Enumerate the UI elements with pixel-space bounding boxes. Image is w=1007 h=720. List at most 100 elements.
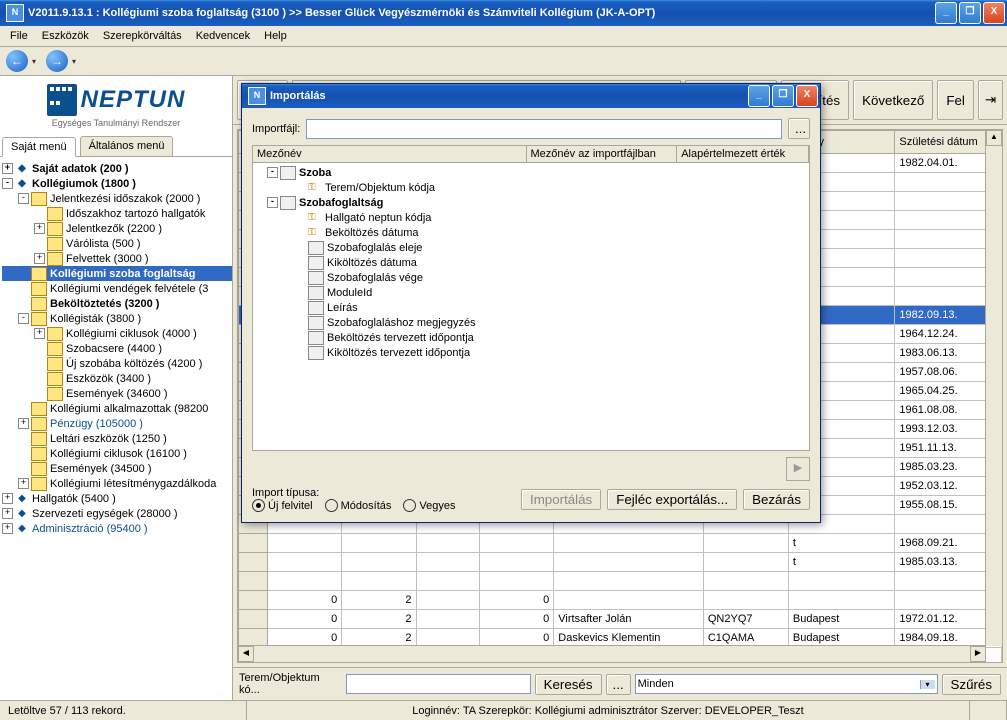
tree-item[interactable]: -Jelentkezési időszakok (2000 ) — [2, 191, 232, 206]
import-field-item[interactable]: Szobafoglalás vége — [255, 270, 807, 285]
tree-item[interactable]: Várólista (500 ) — [2, 236, 232, 251]
import-field-item[interactable]: Kiköltözés dátuma — [255, 255, 807, 270]
horizontal-scrollbar[interactable]: ◀▶ — [238, 645, 986, 662]
import-fields-tree[interactable]: -Szoba⚿Terem/Objektum kódja-Szobafoglalt… — [253, 163, 809, 450]
dialog-minimize-button[interactable]: _ — [748, 85, 770, 107]
menu-bar: FileEszközökSzerepkörváltásKedvencekHelp — [0, 26, 1007, 47]
search-label: Terem/Objektum kó... — [239, 672, 342, 696]
import-column-header[interactable]: Mezőnév az importfájlban — [527, 146, 678, 162]
nav-forward-dropdown[interactable]: ▾ — [72, 57, 82, 66]
nav-bar: ← ▾ → ▾ — [0, 47, 1007, 76]
import-type-radio[interactable]: Vegyes — [403, 499, 455, 512]
menu-eszközök[interactable]: Eszközök — [36, 28, 95, 44]
logo-text: NEPTUN — [81, 86, 186, 114]
nav-back-button[interactable]: ← — [6, 50, 28, 72]
import-field-item[interactable]: -Szobafoglaltság — [255, 195, 807, 210]
nav-forward-button[interactable]: → — [46, 50, 68, 72]
import-fields-grid: MezőnévMezőnév az importfájlbanAlapértel… — [252, 145, 810, 451]
import-field-item[interactable]: Kiköltözés tervezett időpontja — [255, 345, 807, 360]
tree-item[interactable]: +Felvettek (3000 ) — [2, 251, 232, 266]
logo: NEPTUN Egységes Tanulmányi Rendszer — [0, 76, 232, 128]
search-button[interactable]: Keresés — [535, 674, 602, 695]
dialog-close-action-button[interactable]: Bezárás — [743, 489, 810, 510]
dialog-titlebar: N Importálás _ ❐ X — [242, 84, 820, 108]
import-column-header[interactable]: Mezőnév — [253, 146, 527, 162]
import-field-item[interactable]: Beköltözés tervezett időpontja — [255, 330, 807, 345]
import-type-radio[interactable]: Módosítás — [325, 499, 392, 512]
up-button[interactable]: Fel — [937, 80, 974, 120]
table-row[interactable]: 020 — [239, 591, 1002, 610]
tree-item[interactable]: -Kollégisták (3800 ) — [2, 311, 232, 326]
tree-item[interactable]: +◆Hallgatók (5400 ) — [2, 491, 232, 506]
importfile-browse-button[interactable]: ... — [788, 118, 810, 139]
filter-button[interactable]: Szűrés — [942, 674, 1001, 695]
tab-own-menu[interactable]: Saját menü — [2, 137, 76, 157]
filter-combo[interactable]: Minden ▾ — [635, 674, 938, 694]
nav-back-dropdown[interactable]: ▾ — [32, 57, 42, 66]
tree-item[interactable]: Új szobába költözés (4200 ) — [2, 356, 232, 371]
tree-item[interactable]: Kollégiumi vendégek felvétele (3 — [2, 281, 232, 296]
import-field-item[interactable]: Szobafoglalás eleje — [255, 240, 807, 255]
dialog-close-button[interactable]: X — [796, 85, 818, 107]
tree-item[interactable]: Kollégiumi szoba foglaltság — [2, 266, 232, 281]
tree-item[interactable]: Események (34500 ) — [2, 461, 232, 476]
navigation-tree[interactable]: +◆Saját adatok (200 )-◆Kollégiumok (1800… — [0, 157, 232, 700]
close-button[interactable]: X — [983, 2, 1005, 24]
tree-item[interactable]: Időszakhoz tartozó hallgatók — [2, 206, 232, 221]
left-tabs: Saját menü Általános menü — [0, 136, 232, 157]
importfile-input[interactable] — [306, 119, 782, 139]
filter-combo-value: Minden — [638, 678, 674, 690]
dialog-maximize-button[interactable]: ❐ — [772, 85, 794, 107]
tab-general-menu[interactable]: Általános menü — [80, 136, 174, 156]
tree-item[interactable]: +Pénzügy (105000 ) — [2, 416, 232, 431]
tree-item[interactable]: Szobacsere (4400 ) — [2, 341, 232, 356]
status-login: Loginnév: TA Szerepkör: Kollégiumi admin… — [247, 701, 970, 720]
import-field-item[interactable]: ⚿Terem/Objektum kódja — [255, 180, 807, 195]
import-type-radio[interactable]: Új felvitel — [252, 499, 313, 512]
tree-item[interactable]: +Jelentkezők (2200 ) — [2, 221, 232, 236]
import-field-item[interactable]: ModuleId — [255, 285, 807, 300]
table-row[interactable]: 020Virtsafter JolánQN2YQ7Budapest1972.01… — [239, 610, 1002, 629]
tree-item[interactable]: +◆Adminisztráció (95400 ) — [2, 521, 232, 536]
table-row[interactable]: t1985.03.13. — [239, 553, 1002, 572]
import-field-item[interactable]: Leírás — [255, 300, 807, 315]
menu-file[interactable]: File — [4, 28, 34, 44]
vertical-scrollbar[interactable]: ▲ — [985, 130, 1002, 646]
tree-item[interactable]: +Kollégiumi létesítménygazdálkoda — [2, 476, 232, 491]
maximize-button[interactable]: ❐ — [959, 2, 981, 24]
import-field-item[interactable]: Szobafoglaláshoz megjegyzés — [255, 315, 807, 330]
minimize-button[interactable]: _ — [935, 2, 957, 24]
menu-kedvencek[interactable]: Kedvencek — [190, 28, 256, 44]
import-button[interactable]: Importálás — [521, 489, 601, 510]
next-button[interactable]: Következő — [853, 80, 933, 120]
chevron-down-icon: ▾ — [920, 680, 935, 689]
import-field-item[interactable]: ⚿Beköltözés dátuma — [255, 225, 807, 240]
search-input[interactable] — [346, 674, 530, 694]
table-row[interactable] — [239, 572, 1002, 591]
menu-help[interactable]: Help — [258, 28, 293, 44]
left-panel: NEPTUN Egységes Tanulmányi Rendszer Sajá… — [0, 76, 233, 700]
tree-item[interactable]: Kollégiumi alkalmazottak (98200 — [2, 401, 232, 416]
importfile-label: Importfájl: — [252, 123, 300, 135]
tree-item[interactable]: +◆Saját adatok (200 ) — [2, 161, 232, 176]
tree-item[interactable]: Eszközök (3400 ) — [2, 371, 232, 386]
tree-item[interactable]: Események (34600 ) — [2, 386, 232, 401]
tree-item[interactable]: Leltári eszközök (1250 ) — [2, 431, 232, 446]
tree-item[interactable]: +◆Szervezeti egységek (28000 ) — [2, 506, 232, 521]
table-row[interactable]: t1968.09.21. — [239, 534, 1002, 553]
search-more-button[interactable]: ... — [606, 674, 631, 695]
dialog-title: Importálás — [270, 90, 748, 102]
import-field-item[interactable]: ⚿Hallgató neptun kódja — [255, 210, 807, 225]
tree-item[interactable]: Beköltöztetés (3200 ) — [2, 296, 232, 311]
import-field-item[interactable]: -Szoba — [255, 165, 807, 180]
tree-item[interactable]: +Kollégiumi ciklusok (4000 ) — [2, 326, 232, 341]
import-type-label: Import típusa: — [252, 487, 455, 499]
next-arrow-button[interactable]: ▶ — [786, 457, 810, 481]
menu-szerepkörváltás[interactable]: Szerepkörváltás — [97, 28, 188, 44]
import-column-header[interactable]: Alapértelmezett érték — [677, 146, 809, 162]
tree-item[interactable]: -◆Kollégiumok (1800 ) — [2, 176, 232, 191]
tree-item[interactable]: Kollégiumi ciklusok (16100 ) — [2, 446, 232, 461]
status-records: Letöltve 57 / 113 rekord. — [0, 701, 247, 720]
header-export-button[interactable]: Fejléc exportálás... — [607, 489, 737, 510]
pin-button[interactable]: ⇥ — [978, 80, 1003, 120]
